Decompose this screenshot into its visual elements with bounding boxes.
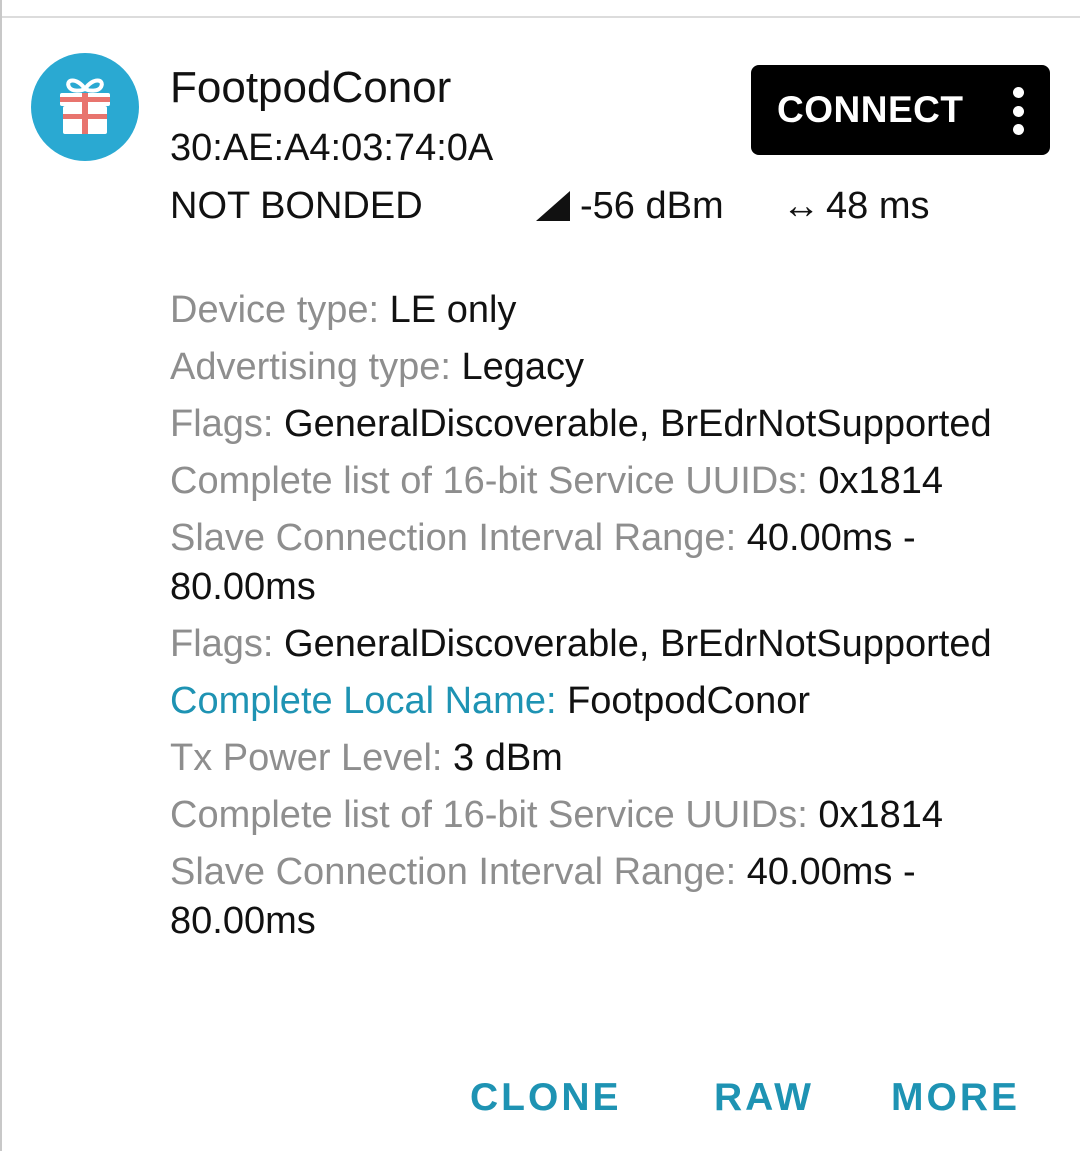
signal-strength-icon (536, 191, 570, 221)
detail-row: Advertising type: Legacy (170, 339, 1050, 396)
detail-row: Slave Connection Interval Range: 40.00ms… (170, 844, 1050, 950)
advertisement-details: Device type: LE only Advertising type: L… (170, 282, 1050, 950)
more-button[interactable]: MORE (891, 1076, 1020, 1132)
detail-value: LE only (389, 289, 517, 331)
advertising-interval: ↔ 48 ms (782, 178, 929, 234)
more-vert-icon[interactable] (1008, 87, 1028, 135)
clone-button[interactable]: CLONE (470, 1076, 622, 1132)
detail-row: Flags: GeneralDiscoverable, BrEdrNotSupp… (170, 396, 1050, 453)
detail-key: Device type: (170, 289, 380, 331)
detail-key: Slave Connection Interval Range: (170, 851, 737, 893)
connect-button-label: CONNECT (777, 89, 964, 130)
detail-row: Complete list of 16-bit Service UUIDs: 0… (170, 787, 1050, 844)
device-address: 30:AE:A4:03:74:0A (170, 127, 494, 169)
detail-value: 3 dBm (453, 737, 563, 779)
rssi-value: -56 dBm (580, 184, 724, 227)
device-name: FootpodConor (170, 63, 452, 112)
detail-key: Complete list of 16-bit Service UUIDs: (170, 460, 808, 502)
detail-row: Device type: LE only (170, 282, 1050, 339)
detail-value: 0x1814 (818, 794, 943, 836)
detail-key: Flags: (170, 403, 274, 445)
detail-key: Complete Local Name: (170, 680, 557, 722)
detail-key: Complete list of 16-bit Service UUIDs: (170, 794, 808, 836)
detail-value: GeneralDiscoverable, BrEdrNotSupported (284, 623, 992, 665)
detail-key: Tx Power Level: (170, 737, 443, 779)
interval-value: 48 ms (826, 184, 930, 227)
connect-button[interactable]: CONNECT (751, 65, 1050, 155)
detail-row: Tx Power Level: 3 dBm (170, 730, 1050, 787)
detail-row: Slave Connection Interval Range: 40.00ms… (170, 510, 1050, 616)
detail-key: Advertising type: (170, 346, 451, 388)
detail-row: Complete Local Name: FootpodConor (170, 673, 1050, 730)
gift-icon (60, 78, 110, 134)
detail-row: Complete list of 16-bit Service UUIDs: 0… (170, 453, 1050, 510)
card-left-edge (0, 0, 2, 1151)
device-avatar (31, 53, 139, 161)
detail-row: Flags: GeneralDiscoverable, BrEdrNotSupp… (170, 616, 1050, 673)
detail-key: Flags: (170, 623, 274, 665)
top-divider (0, 0, 1080, 18)
detail-value: GeneralDiscoverable, BrEdrNotSupported (284, 403, 992, 445)
left-right-arrow-icon: ↔ (782, 184, 820, 227)
rssi-indicator: -56 dBm (534, 178, 724, 234)
detail-key: Slave Connection Interval Range: (170, 517, 737, 559)
detail-value: 0x1814 (818, 460, 943, 502)
detail-value: FootpodConor (567, 680, 811, 722)
detail-value: Legacy (461, 346, 585, 388)
bond-state: NOT BONDED (170, 185, 423, 227)
raw-button[interactable]: RAW (714, 1076, 814, 1132)
